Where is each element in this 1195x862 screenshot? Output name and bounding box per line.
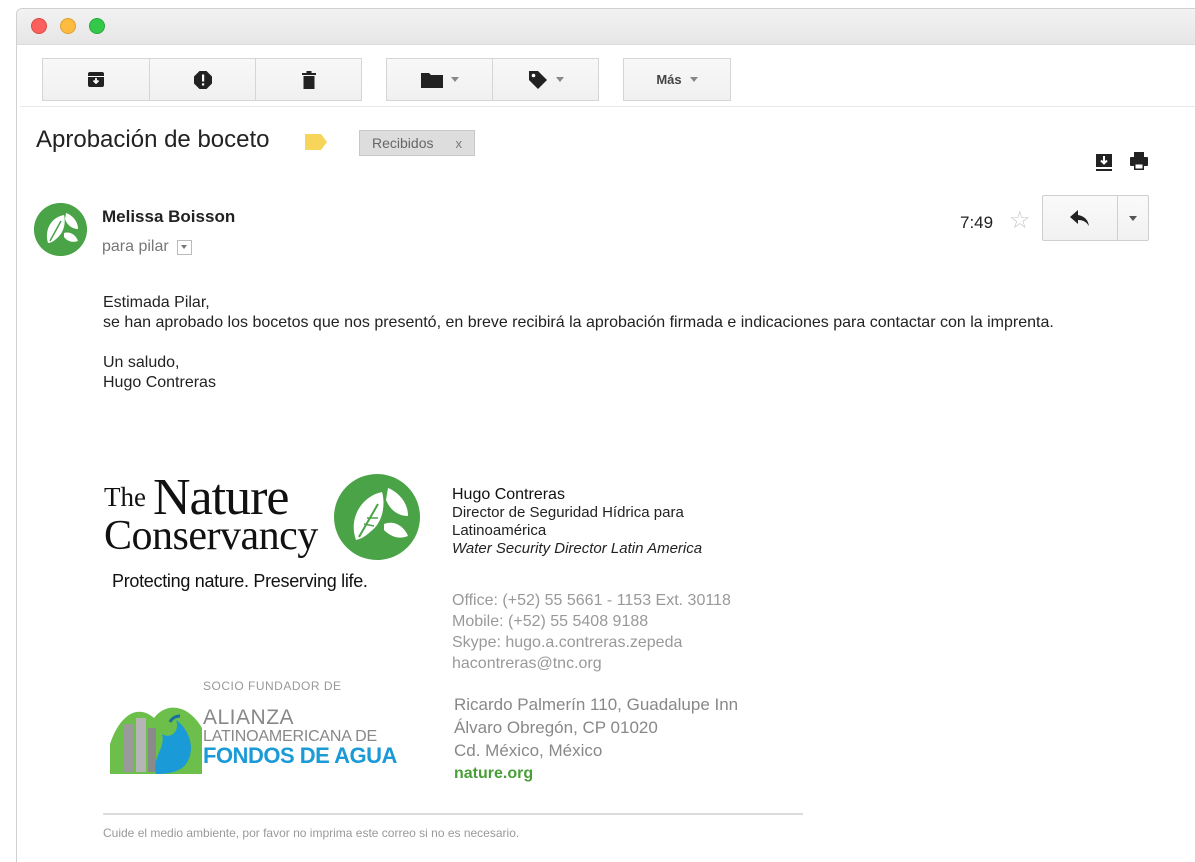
reply-button[interactable] [1042, 195, 1118, 241]
logo-tagline: Protecting nature. Preserving life. [112, 571, 368, 591]
labels-button[interactable] [492, 58, 599, 101]
footer-note: Cuide el medio ambiente, por favor no im… [103, 826, 520, 840]
signature-email[interactable]: hacontreras@tnc.org [452, 653, 731, 674]
signature-role-english: Water Security Director Latin America [452, 540, 703, 557]
nature-leaf-icon [34, 203, 87, 256]
signature-role-2: Latinoamérica [452, 522, 547, 539]
logo-the: The [104, 482, 146, 512]
label-icon [528, 70, 547, 89]
inbox-chip-label: Recibidos [372, 135, 434, 151]
tnc-leaf-icon [334, 474, 420, 560]
recipient-line: para pilar [102, 238, 192, 256]
recipient-label: para pilar [102, 238, 169, 255]
download-icon[interactable] [1094, 152, 1114, 172]
report-spam-button[interactable] [149, 58, 256, 101]
water-fund-icon [110, 707, 202, 774]
trash-icon [301, 70, 316, 89]
archive-button[interactable] [42, 58, 150, 101]
signature-office: Office: (+52) 55 5661 - 1153 Ext. 30118 [452, 592, 731, 609]
tnc-logo: The Nature Conservancy Protecting nature… [104, 468, 434, 598]
minimize-window-button[interactable] [60, 18, 76, 34]
body-greeting: Estimada Pilar, [103, 294, 210, 311]
body-signoff: Hugo Contreras [103, 374, 216, 391]
signature-role-1: Director de Seguridad Hídrica para [452, 504, 684, 521]
archive-icon [88, 72, 104, 87]
move-to-button[interactable] [386, 58, 493, 101]
chevron-down-icon [450, 77, 459, 82]
chevron-down-icon [1129, 215, 1137, 221]
body-closing: Un saludo, [103, 354, 180, 371]
chevron-down-icon [181, 245, 188, 249]
address-line-2: Álvaro Obregón, CP 01020 [454, 718, 658, 737]
remove-label-button[interactable]: x [455, 136, 462, 151]
signature-name: Hugo Contreras [452, 486, 565, 503]
signature-mobile: Mobile: (+52) 55 5408 9188 [452, 613, 649, 630]
show-details-button[interactable] [176, 239, 192, 255]
sender-avatar[interactable] [34, 203, 87, 256]
reply-more-button[interactable] [1117, 195, 1149, 241]
report-spam-icon [193, 70, 212, 89]
signature-address: Ricardo Palmerín 110, Guadalupe Inn Álva… [454, 693, 738, 785]
signature-contact: Office: (+52) 55 5661 - 1153 Ext. 30118 … [452, 590, 731, 674]
body-paragraph: se han aprobado los bocetos que nos pres… [103, 314, 1054, 331]
website-link[interactable]: nature.org [454, 762, 738, 785]
alianza-name: ALIANZA [203, 706, 295, 729]
address-line-3: Cd. México, México [454, 741, 603, 760]
important-label-icon[interactable] [305, 134, 327, 150]
alianza-logo: SOCIO FUNDADOR DE ALIANZA LATINOAMERICAN… [110, 676, 420, 776]
alianza-fondos: FONDOS DE AGUA [203, 743, 397, 768]
title-bar [17, 9, 1195, 45]
sender-name: Melissa Boisson [102, 207, 236, 226]
inbox-label-chip: Recibidos x [359, 130, 475, 156]
signature-block: Hugo Contreras Director de Seguridad Híd… [452, 486, 702, 558]
alianza-socio: SOCIO FUNDADOR DE [203, 679, 342, 693]
chevron-down-icon [555, 77, 564, 82]
footer-divider [103, 813, 803, 815]
signature-skype: Skype: hugo.a.contreras.zepeda [452, 634, 683, 651]
message-body: Estimada Pilar, se han aprobado los boce… [103, 293, 1163, 393]
more-button[interactable]: Más [623, 58, 731, 101]
address-line-1: Ricardo Palmerín 110, Guadalupe Inn [454, 695, 739, 714]
close-window-button[interactable] [31, 18, 47, 34]
message-time: 7:49 [960, 213, 994, 232]
logo-conservancy: Conservancy [104, 513, 318, 559]
chevron-down-icon [689, 77, 698, 82]
message-subject: Aprobación de boceto [36, 126, 270, 153]
star-icon[interactable]: ☆ [1009, 209, 1031, 233]
folder-icon [420, 72, 443, 88]
delete-button[interactable] [255, 58, 362, 101]
more-button-label: Más [656, 72, 682, 87]
reply-icon [1070, 210, 1089, 226]
print-icon[interactable] [1129, 151, 1149, 171]
toolbar-divider [20, 106, 1195, 107]
zoom-window-button[interactable] [89, 18, 105, 34]
